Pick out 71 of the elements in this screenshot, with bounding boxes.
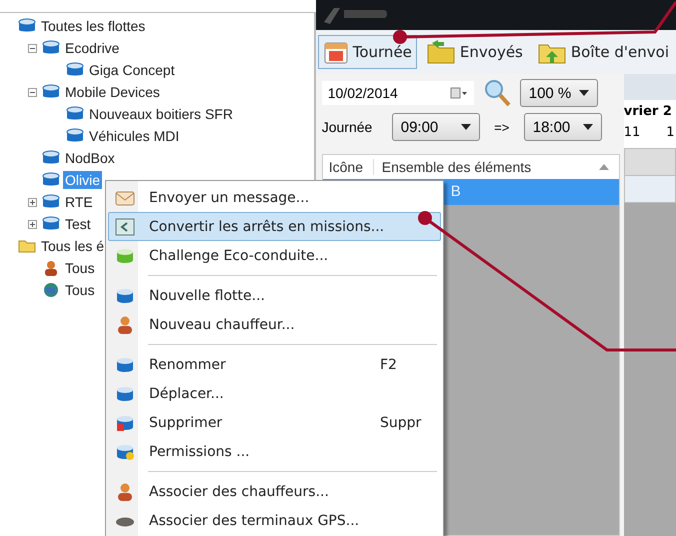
- folder-icon: [18, 238, 36, 254]
- tree-item[interactable]: Tous les é: [39, 237, 106, 255]
- calendar-header: [624, 148, 676, 176]
- menu-item[interactable]: Challenge Eco-conduite...: [108, 241, 441, 270]
- month-label: vrier 2: [624, 104, 673, 119]
- start-time-dropdown[interactable]: 09:00: [392, 113, 480, 141]
- database-icon: [42, 84, 60, 100]
- person-icon: [115, 316, 135, 334]
- database-icon: [115, 414, 135, 432]
- database-icon: [18, 18, 36, 34]
- folder-icon: [426, 39, 456, 65]
- caret-icon: [578, 90, 589, 96]
- cylinder-icon: [115, 246, 135, 264]
- envelope-icon: [115, 188, 135, 206]
- date-field[interactable]: 10/02/2014: [322, 81, 474, 105]
- day-label: 1: [666, 125, 675, 140]
- expander-icon[interactable]: [28, 88, 37, 96]
- database-icon: [42, 150, 60, 166]
- tree-item[interactable]: Ecodrive: [63, 39, 122, 57]
- tree-item[interactable]: Tous: [63, 259, 97, 277]
- tree-item[interactable]: RTE: [63, 193, 95, 211]
- sort-arrow-icon: [598, 164, 609, 170]
- column-header[interactable]: Ensemble des éléments: [374, 159, 599, 175]
- database-icon: [66, 62, 84, 78]
- menu-item[interactable]: Renommer F2: [108, 350, 441, 379]
- tree-item[interactable]: Giga Concept: [87, 61, 177, 79]
- tree-item[interactable]: Toutes les flottes: [39, 17, 148, 35]
- document-icon: [115, 218, 135, 236]
- tree-item[interactable]: Nouveaux boitiers SFR: [87, 105, 235, 123]
- database-icon: [42, 216, 60, 232]
- day-label: Journée: [322, 119, 374, 135]
- toolbar-tab[interactable]: Envoyés: [420, 35, 528, 69]
- expander-icon[interactable]: [28, 220, 37, 228]
- caret-icon: [460, 124, 471, 130]
- database-icon: [42, 40, 60, 56]
- calendar-toolbar: [624, 74, 676, 100]
- database-icon: [66, 106, 84, 122]
- menu-item[interactable]: Permissions ...: [108, 437, 441, 466]
- tree-item[interactable]: Véhicules MDI: [87, 127, 182, 145]
- menu-item[interactable]: Déplacer...: [108, 379, 441, 408]
- range-arrow: =>: [493, 120, 510, 134]
- database-icon: [115, 286, 135, 304]
- database-icon: [42, 194, 60, 210]
- menu-item[interactable]: Nouvelle flotte...: [108, 281, 441, 310]
- person-icon: [115, 482, 135, 500]
- expander-icon[interactable]: [28, 44, 37, 52]
- menu-item[interactable]: Convertir les arrêts en missions...: [108, 212, 441, 241]
- toolbar-tab[interactable]: Tournée: [318, 35, 417, 69]
- database-icon: [42, 172, 60, 188]
- globe-icon: [42, 282, 60, 298]
- tree-item[interactable]: Tous: [63, 281, 97, 299]
- menu-item[interactable]: Associer des chauffeurs...: [108, 477, 441, 506]
- end-time-dropdown[interactable]: 18:00: [524, 113, 602, 141]
- person-icon: [42, 260, 60, 276]
- calendar-dropdown-icon[interactable]: [450, 87, 468, 99]
- tree-item[interactable]: NodBox: [63, 149, 117, 167]
- zoom-dropdown[interactable]: 100 %: [520, 79, 598, 107]
- menu-item[interactable]: Supprimer Suppr: [108, 408, 441, 437]
- day-label: 11: [624, 125, 640, 140]
- database-icon: [66, 128, 84, 144]
- tree-item[interactable]: Mobile Devices: [63, 83, 162, 101]
- caret-icon: [582, 124, 593, 130]
- database-icon: [115, 442, 135, 460]
- database-icon: [115, 384, 135, 402]
- database-icon: [115, 356, 135, 374]
- expander-icon[interactable]: [28, 198, 37, 206]
- toolbar-tab[interactable]: Boîte d'envoi: [532, 35, 674, 69]
- menu-item[interactable]: Nouveau chauffeur...: [108, 310, 441, 339]
- tree-item[interactable]: Test: [63, 215, 93, 233]
- column-header[interactable]: Icône: [322, 159, 374, 175]
- menu-item[interactable]: Associer des terminaux GPS...: [108, 506, 441, 535]
